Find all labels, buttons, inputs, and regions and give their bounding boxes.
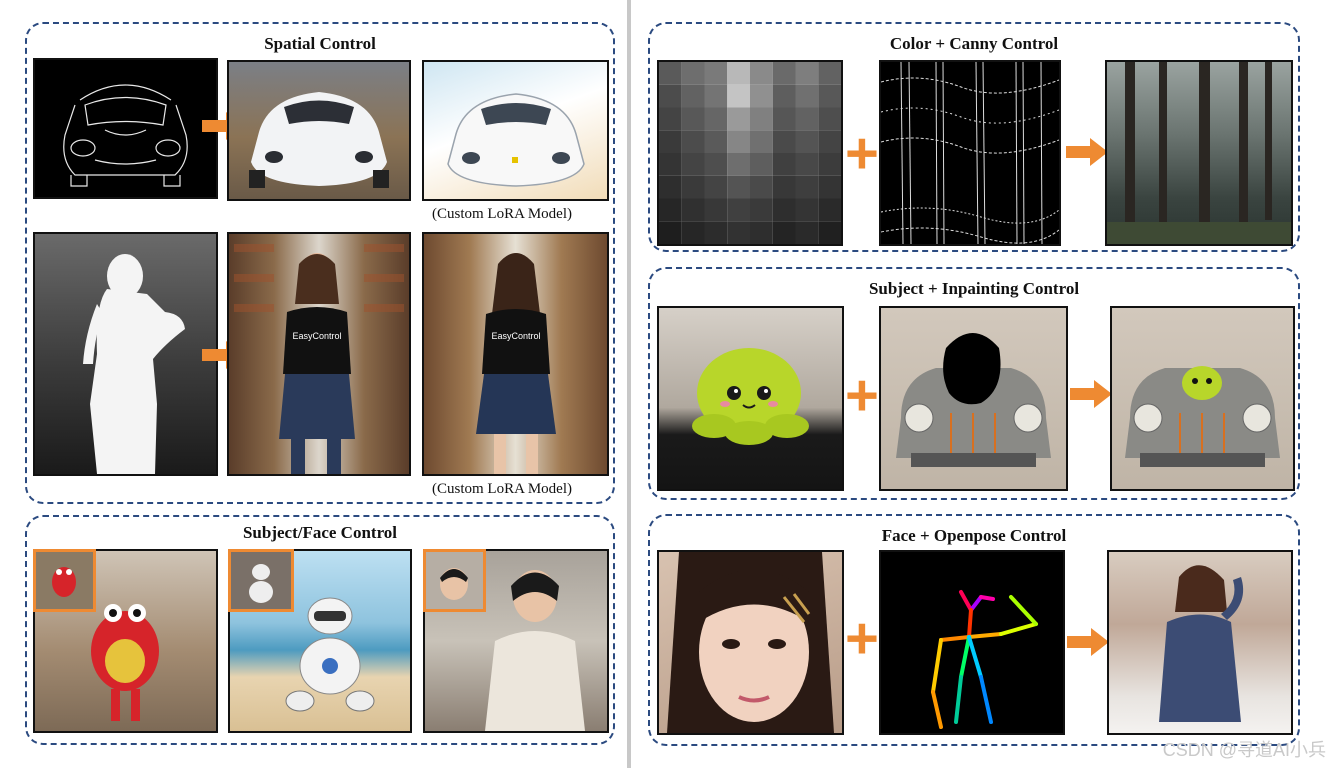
plus-icon: + — [845, 121, 879, 186]
custom-lora-caption-1: (Custom LoRA Model) — [432, 206, 573, 222]
car-generated-image — [227, 60, 411, 201]
octopus-plush-image — [657, 306, 844, 491]
face-openpose-control-title: Face + Openpose Control — [881, 526, 1067, 545]
spatial-control-title: Spatial Control — [264, 34, 376, 53]
woman-lora-anime-image: EasyControl — [422, 232, 609, 476]
knitted-car-masked-image — [879, 306, 1068, 491]
watermark: CSDN @寻道AI小兵 — [1162, 740, 1326, 760]
color-mosaic-image — [657, 60, 843, 246]
car-lora-watercolor-image — [422, 60, 609, 201]
subject-inpainting-control-title: Subject + Inpainting Control — [868, 279, 1080, 298]
child-face-reference-inset — [423, 549, 486, 612]
woman-face-portrait-image — [657, 550, 844, 735]
woman-library-photo-image: EasyControl — [227, 232, 411, 476]
robot-reference-inset — [228, 549, 294, 612]
car-edge-map-image — [33, 58, 218, 199]
woman-snow-generated-image — [1107, 550, 1293, 735]
monster-reference-inset — [33, 549, 96, 612]
plus-icon: + — [845, 606, 879, 671]
subject-face-control-title: Subject/Face Control — [242, 523, 398, 542]
forest-generated-image — [1105, 60, 1293, 246]
color-canny-control-title: Color + Canny Control — [889, 34, 1059, 53]
arrow-icon — [1070, 380, 1112, 408]
knitted-car-inpainted-image — [1110, 306, 1295, 491]
shirt-text: EasyControl — [491, 331, 540, 341]
openpose-skeleton-image — [879, 550, 1065, 735]
woman-depth-map-image — [33, 232, 218, 476]
custom-lora-caption-2: (Custom LoRA Model) — [432, 481, 573, 497]
arrow-icon — [1066, 138, 1108, 166]
center-divider — [627, 0, 631, 768]
forest-canny-edge-image — [879, 60, 1061, 246]
shirt-text: EasyControl — [292, 331, 341, 341]
plus-icon: + — [845, 363, 879, 428]
arrow-icon — [1067, 628, 1109, 656]
